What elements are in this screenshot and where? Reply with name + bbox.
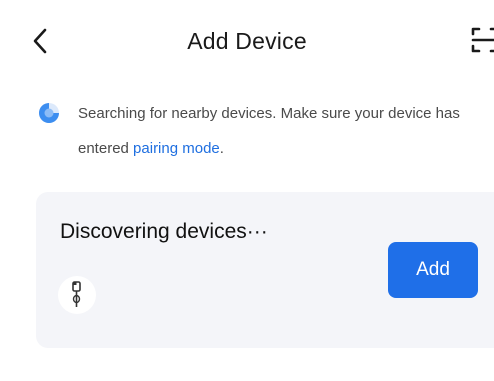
scan-icon	[471, 27, 494, 53]
stick-device-icon	[72, 281, 81, 307]
add-button[interactable]: Add	[388, 242, 478, 298]
discovery-card: Discovering devices··· Add	[36, 192, 494, 348]
hint-text-suffix: .	[219, 140, 224, 157]
loading-spinner-icon	[39, 103, 59, 123]
pairing-mode-link[interactable]: pairing mode	[133, 140, 220, 157]
discovering-title: Discovering devices···	[60, 220, 268, 243]
scan-button[interactable]	[470, 25, 494, 55]
page-title: Add Device	[187, 28, 307, 54]
hint-text: Searching for nearby devices. Make sure …	[78, 96, 478, 166]
device-thumbnail	[58, 276, 96, 314]
header-bar: Add Device	[0, 0, 494, 84]
add-device-screen: Add Device Searching for nearby devices.…	[0, 0, 494, 381]
